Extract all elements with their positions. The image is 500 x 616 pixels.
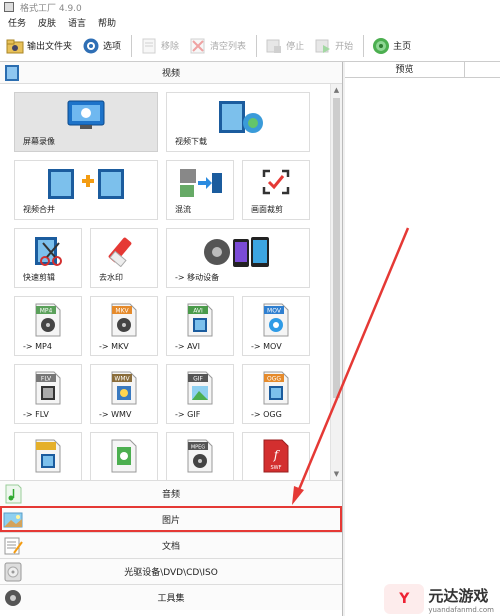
ogg-file-icon: OGG [261, 371, 291, 408]
video-file-icon [33, 439, 63, 476]
stop-icon [265, 37, 283, 55]
tile-mux[interactable]: 混流 [166, 160, 234, 220]
svg-text:MP4: MP4 [40, 308, 53, 315]
options-button[interactable]: 选项 [82, 37, 121, 55]
tile-to-mov[interactable]: MOV -> MOV [242, 296, 310, 356]
menu-language[interactable]: 语言 [68, 16, 86, 29]
svg-text:MOV: MOV [267, 308, 282, 315]
category-toolbox[interactable]: 工具集 [0, 584, 342, 610]
screen-record-icon [66, 99, 106, 134]
mkv-file-icon: MKV [109, 303, 139, 340]
menu-bar: 任务 皮肤 语言 帮助 [0, 14, 500, 30]
remove-icon [140, 37, 158, 55]
scroll-up-arrow[interactable]: ▲ [331, 84, 342, 96]
tile-to-mkv[interactable]: MKV -> MKV [90, 296, 158, 356]
scroll-down-arrow[interactable]: ▼ [331, 468, 342, 480]
clear-list-button[interactable]: 清空列表 [189, 37, 246, 55]
scroll-thumb[interactable] [333, 98, 340, 398]
quick-clip-icon [31, 235, 65, 270]
video-file-icon [109, 439, 139, 476]
options-icon [82, 37, 100, 55]
app-icon [4, 2, 14, 12]
tile-to-mp4[interactable]: MP4 -> MP4 [14, 296, 82, 356]
mobile-device-icon [203, 235, 273, 272]
output-folder-button[interactable]: 输出文件夹 [6, 37, 72, 55]
swf-file-icon: f SWF [261, 439, 291, 476]
tile-video-merge[interactable]: 视频合并 [14, 160, 158, 220]
video-download-icon [211, 99, 265, 138]
menu-skin[interactable]: 皮肤 [38, 16, 56, 29]
video-function-grid: 屏幕录像 视频下载 视频合并 混流 画面裁剪 快速剪辑 去水印 -> 移动设备 … [0, 84, 342, 480]
clear-list-icon [189, 37, 207, 55]
svg-text:MPEG: MPEG [191, 445, 205, 451]
tile-remove-watermark[interactable]: 去水印 [90, 228, 158, 288]
category-disc-drive[interactable]: 光驱设备\DVD\CD\ISO [0, 558, 342, 584]
mpeg-file-icon: MPEG [185, 439, 215, 476]
category-audio[interactable]: 音频 [0, 480, 342, 506]
remove-button[interactable]: 移除 [140, 37, 179, 55]
task-list-panel: 预览 [345, 62, 500, 616]
toolbar-separator [256, 34, 258, 57]
category-picture[interactable]: 图片 [0, 506, 342, 532]
category-document[interactable]: 文档 [0, 532, 342, 558]
tile-to-ogg[interactable]: OGG -> OGG [242, 364, 310, 424]
menu-help[interactable]: 帮助 [98, 16, 116, 29]
remove-watermark-icon [107, 235, 141, 270]
flv-file-icon: FLV [33, 371, 63, 408]
watermark: Y 元达游戏 yuandafanmd.com [384, 584, 494, 614]
toolbar-separator [363, 34, 365, 57]
tile-to-gif[interactable]: GIF -> GIF [166, 364, 234, 424]
tile-to-wmv[interactable]: WMV -> WMV [90, 364, 158, 424]
svg-text:GIF: GIF [193, 376, 203, 383]
tile-to-flv[interactable]: FLV -> FLV [14, 364, 82, 424]
tile-format-partial[interactable] [14, 432, 82, 480]
svg-text:MKV: MKV [115, 308, 129, 315]
title-bar: 格式工厂 4.9.0 [0, 0, 500, 14]
video-merge-icon [44, 167, 128, 204]
category-video-header[interactable]: 视频 [0, 62, 342, 84]
svg-text:FLV: FLV [41, 376, 52, 383]
gif-file-icon: GIF [185, 371, 215, 408]
column-preview[interactable]: 预览 [345, 62, 465, 77]
toolbar: 输出文件夹 选项 移除 清空列表 停止 开始 主页 [0, 30, 500, 62]
svg-text:AVI: AVI [193, 308, 203, 315]
svg-text:SWF: SWF [271, 465, 282, 471]
home-button[interactable]: 主页 [372, 37, 411, 55]
start-icon [314, 37, 332, 55]
function-panel: 视频 屏幕录像 视频下载 视频合并 混流 画面裁剪 快速剪辑 去水印 -> 移动… [0, 62, 343, 616]
window-title: 格式工厂 4.9.0 [20, 3, 82, 14]
tile-format-partial[interactable] [90, 432, 158, 480]
folder-icon [6, 37, 24, 55]
mp4-file-icon: MP4 [33, 303, 63, 340]
task-list-header: 预览 [345, 62, 500, 78]
tile-crop[interactable]: 画面裁剪 [242, 160, 310, 220]
svg-text:OGG: OGG [267, 376, 281, 383]
menu-tasks[interactable]: 任务 [8, 16, 26, 29]
mov-file-icon: MOV [261, 303, 291, 340]
tile-screen-record[interactable]: 屏幕录像 [14, 92, 158, 152]
avi-file-icon: AVI [185, 303, 215, 340]
wmv-file-icon: WMV [109, 371, 139, 408]
crop-icon [260, 167, 292, 200]
svg-text:WMV: WMV [114, 376, 130, 383]
tile-mobile-device[interactable]: -> 移动设备 [166, 228, 310, 288]
watermark-logo: Y [384, 584, 425, 614]
toolbar-separator [131, 34, 133, 57]
tile-to-mpeg[interactable]: MPEG [166, 432, 234, 480]
stop-button[interactable]: 停止 [265, 37, 304, 55]
tile-to-avi[interactable]: AVI -> AVI [166, 296, 234, 356]
function-grid-scrollbar[interactable]: ▲ ▼ [330, 84, 342, 480]
tile-to-swf[interactable]: f SWF [242, 432, 310, 480]
mux-icon [178, 167, 222, 202]
home-globe-icon [372, 37, 390, 55]
start-button[interactable]: 开始 [314, 37, 353, 55]
tile-quick-clip[interactable]: 快速剪辑 [14, 228, 82, 288]
tile-video-download[interactable]: 视频下载 [166, 92, 310, 152]
